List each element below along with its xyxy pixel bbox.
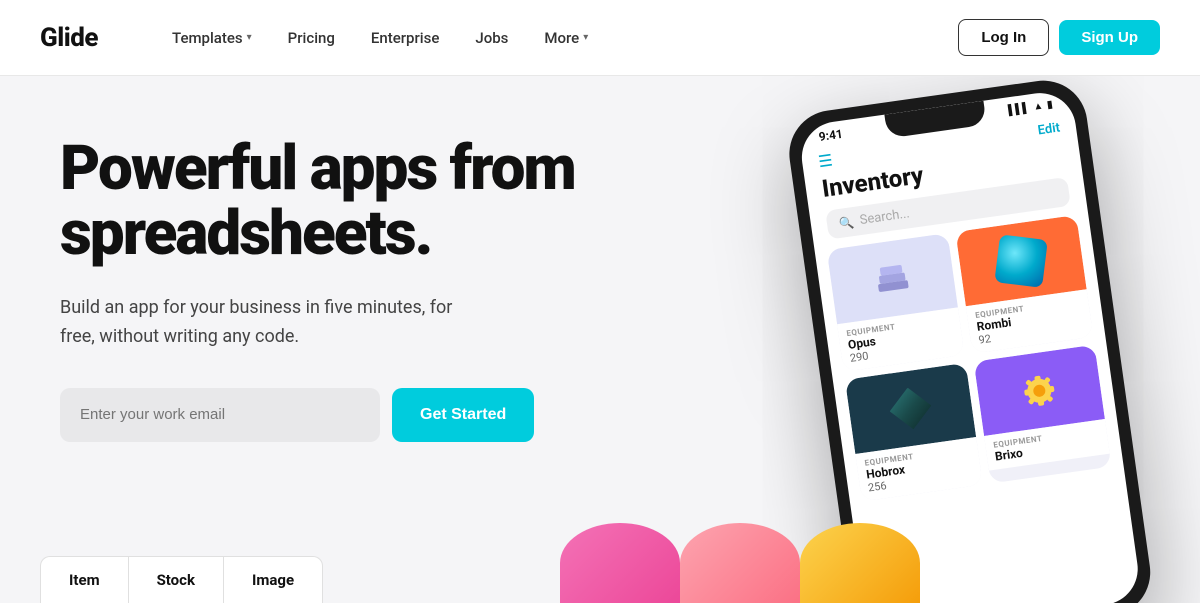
inventory-card-opus[interactable]: EQUIPMENT Opus 290 xyxy=(827,233,965,372)
hero-content: Powerful apps from spreadsheets. Build a… xyxy=(60,126,640,603)
signup-button[interactable]: Sign Up xyxy=(1059,20,1160,55)
search-placeholder: Search... xyxy=(859,206,911,228)
hero-subtitle: Build an app for your business in five m… xyxy=(60,294,480,352)
inventory-card-hobrox[interactable]: EQUIPMENT Hobrox 256 xyxy=(845,363,983,502)
signal-icon: ▌▌▌ xyxy=(1008,102,1031,116)
navbar: Glide Templates ▾ Pricing Enterprise Job… xyxy=(0,0,1200,76)
diamond-shape xyxy=(887,385,934,432)
get-started-button[interactable]: Get Started xyxy=(392,388,534,442)
blob-gold xyxy=(800,523,920,603)
logo[interactable]: Glide xyxy=(40,23,98,53)
hero-blobs xyxy=(560,523,920,603)
wifi-icon: ▲ xyxy=(1033,100,1044,112)
hero-section: Powerful apps from spreadsheets. Build a… xyxy=(0,76,1200,603)
table-col-item: Item xyxy=(41,557,129,603)
login-button[interactable]: Log In xyxy=(958,19,1049,56)
inventory-card-brixo[interactable]: EQUIPMENT Brixo xyxy=(974,345,1112,484)
hero-title: Powerful apps from spreadsheets. xyxy=(60,136,640,266)
edit-button[interactable]: Edit xyxy=(1037,120,1061,138)
menu-icon[interactable]: ☰ xyxy=(817,150,834,171)
inventory-grid: EQUIPMENT Opus 290 EQUIPMENT Rombi xyxy=(815,213,1124,503)
nav-link-enterprise[interactable]: Enterprise xyxy=(357,21,453,55)
nav-links: Templates ▾ Pricing Enterprise Jobs More… xyxy=(158,21,958,55)
chevron-down-icon: ▾ xyxy=(247,32,252,43)
table-hint: Item Stock Image xyxy=(40,556,323,603)
email-input[interactable] xyxy=(60,388,380,442)
search-icon: 🔍 xyxy=(838,215,855,231)
inventory-card-rombi[interactable]: EQUIPMENT Rombi 92 xyxy=(955,215,1093,354)
nav-link-more[interactable]: More ▾ xyxy=(530,21,602,55)
nav-link-templates[interactable]: Templates ▾ xyxy=(158,21,266,55)
blob-peach xyxy=(680,523,800,603)
blob-pink xyxy=(560,523,680,603)
hero-cta: Get Started xyxy=(60,388,640,442)
table-col-stock: Stock xyxy=(129,557,224,603)
nav-link-pricing[interactable]: Pricing xyxy=(274,21,349,55)
table-col-image: Image xyxy=(224,557,322,603)
chevron-down-icon: ▾ xyxy=(583,32,588,43)
nav-link-jobs[interactable]: Jobs xyxy=(461,21,522,55)
nav-actions: Log In Sign Up xyxy=(958,19,1160,56)
gem-shape xyxy=(994,234,1047,287)
battery-icon: ▮ xyxy=(1046,99,1053,111)
